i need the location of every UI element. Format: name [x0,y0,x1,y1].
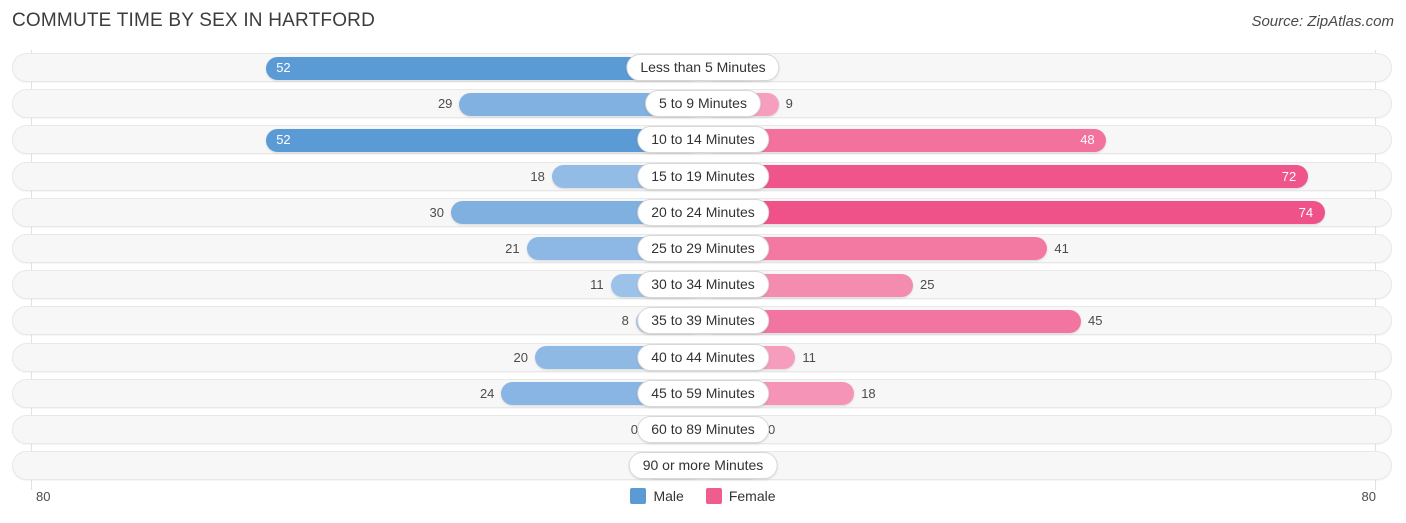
diverging-bar-chart: 525Less than 5 Minutes 29 9 5 to 9 Minutes 5… [0,50,1406,490]
chart-row: 52 48 10 to 14 Minutes [0,122,1406,158]
bar-value-male: 11 [590,277,604,293]
category-label: 60 to 89 Minutes [637,415,769,443]
category-label: 90 or more Minutes [628,452,778,480]
bar-value-male: 30 [429,204,444,220]
bar-value-female: 25 [920,277,935,293]
category-label: 40 to 44 Minutes [637,343,769,371]
chart-row: 525Less than 5 Minutes [0,50,1406,86]
bar-value-male: 52 [276,60,291,75]
chart-row: 30 74 20 to 24 Minutes [0,195,1406,231]
bar-value-female: 72 [1281,168,1297,184]
bar-value-female: 74 [1298,204,1314,220]
chart-row: 0090 or more Minutes [0,448,1406,484]
chart-row: 8 45 35 to 39 Minutes [0,303,1406,339]
chart-row: 18 72 15 to 19 Minutes [0,159,1406,195]
chart-row: 29 9 5 to 9 Minutes [0,86,1406,122]
legend-item[interactable]: Female [705,488,776,504]
category-label: 35 to 39 Minutes [637,307,769,335]
legend-swatch-icon [630,488,647,504]
category-label: Less than 5 Minutes [626,54,780,81]
bar-value-male: 21 [505,240,520,256]
chart-row: 20 11 40 to 44 Minutes [0,340,1406,376]
category-label: 25 to 29 Minutes [637,234,769,262]
bar-female[interactable] [703,165,1308,189]
bar-value-female: 11 [802,349,816,365]
category-label: 30 to 34 Minutes [637,271,769,299]
bar-value-female: 18 [861,385,876,401]
chart-row: 21 41 25 to 29 Minutes [0,231,1406,267]
bar-value-female: 41 [1054,240,1069,256]
chart-row: 11 25 30 to 34 Minutes [0,267,1406,303]
category-label: 20 to 24 Minutes [637,198,769,226]
bar-value-female: 9 [785,96,793,112]
bar-female[interactable] [703,201,1325,225]
source-attribution: Source: ZipAtlas.com [1251,13,1394,30]
chart-row: 24 18 45 to 59 Minutes [0,376,1406,412]
legend-label: Male [653,488,684,504]
chart-legend: Male Female [0,488,1406,504]
bar-value-male: 24 [479,385,495,401]
bar-value-female: 48 [1080,132,1095,148]
legend-swatch-icon [705,488,722,504]
bar-value-male: 20 [513,349,528,365]
bar-value-male: 18 [530,168,545,184]
bar-value-female: 0 [768,421,776,437]
category-label: 45 to 59 Minutes [637,379,769,407]
bar-value-female: 45 [1088,313,1103,329]
category-label: 5 to 9 Minutes [645,90,761,118]
category-label: 15 to 19 Minutes [637,162,769,190]
chart-row: 0 0 60 to 89 Minutes [0,412,1406,448]
category-label: 10 to 14 Minutes [637,126,769,154]
page-title: COMMUTE TIME BY SEX IN HARTFORD [12,10,376,31]
bar-value-male: 29 [437,96,453,112]
bar-value-male: 52 [276,132,291,148]
legend-label: Female [728,488,776,504]
legend-item[interactable]: Male [630,488,684,504]
chart-rows: 525Less than 5 Minutes 29 9 5 to 9 Minutes 5… [0,50,1406,484]
bar-value-male: 8 [621,313,629,329]
